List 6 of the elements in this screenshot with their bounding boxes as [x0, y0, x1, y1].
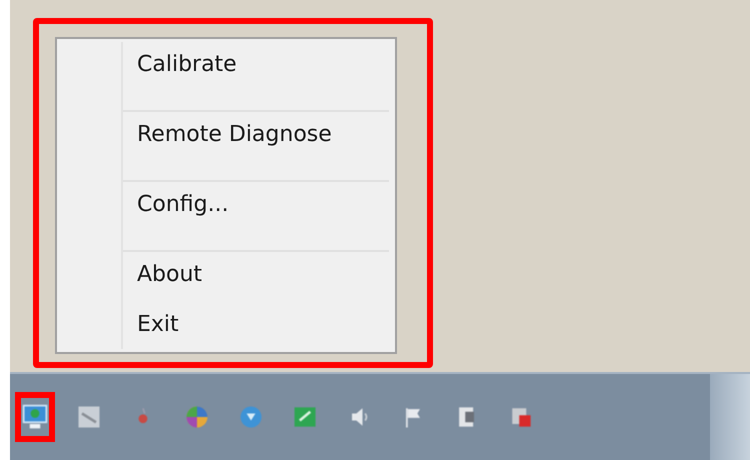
- menu-item[interactable]: Remote Diagnose: [123, 112, 389, 180]
- show-desktop-button[interactable]: [710, 374, 750, 460]
- menu-item[interactable]: About: [123, 252, 389, 302]
- menu-item[interactable]: Calibrate: [123, 42, 389, 110]
- menu-item[interactable]: Exit: [123, 302, 389, 352]
- menu-item[interactable]: Config...: [123, 182, 389, 250]
